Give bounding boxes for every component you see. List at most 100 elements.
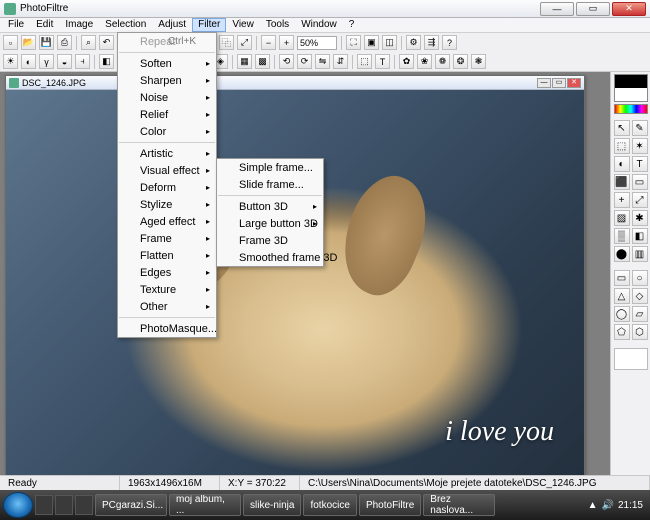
filter-item-noise[interactable]: Noise▸ [118, 89, 216, 106]
side-tool-1[interactable]: ✎ [632, 120, 648, 136]
color-spectrum[interactable] [614, 104, 648, 114]
tb2-flip-v-icon[interactable]: ⇵ [333, 54, 348, 69]
tb2-sat-icon[interactable]: ◒ [57, 54, 72, 69]
frame-item-frame-3d[interactable]: Frame 3D [217, 232, 323, 249]
side-tool-2[interactable]: ⬚ [614, 138, 630, 154]
tb-size-icon[interactable]: ⤢ [237, 35, 252, 50]
filter-item-soften[interactable]: Soften▸ [118, 55, 216, 72]
window-maximize-button[interactable]: ▭ [576, 2, 610, 16]
filter-item-flatten[interactable]: Flatten▸ [118, 247, 216, 264]
filter-item-edges[interactable]: Edges▸ [118, 264, 216, 281]
menu-edit[interactable]: Edit [30, 18, 59, 32]
menu-help[interactable]: ? [343, 18, 361, 32]
taskbar-task[interactable]: fotkocice [303, 494, 356, 516]
side-tool-12[interactable]: ▒ [614, 228, 630, 244]
side-tool-0[interactable]: ↖ [614, 120, 630, 136]
tray-icon[interactable]: 🔊 [602, 500, 614, 511]
quicklaunch-1[interactable] [35, 495, 53, 515]
system-tray[interactable]: ▲ 🔊 21:15 [584, 500, 647, 511]
filter-item-aged-effect[interactable]: Aged effect▸ [118, 213, 216, 230]
image-canvas[interactable]: i love you [6, 90, 584, 476]
filter-item-relief[interactable]: Relief▸ [118, 106, 216, 123]
window-close-button[interactable]: ✕ [612, 2, 646, 16]
menu-selection[interactable]: Selection [99, 18, 152, 32]
side-shape-7[interactable]: ⬡ [632, 324, 648, 340]
doc-maximize-button[interactable]: ▭ [552, 78, 566, 88]
taskbar-task[interactable]: moj album, ... [169, 494, 241, 516]
doc-minimize-button[interactable]: — [537, 78, 551, 88]
menu-adjust[interactable]: Adjust [152, 18, 192, 32]
side-tool-6[interactable]: ⬛ [614, 174, 630, 190]
zoom-level-select[interactable]: 50% [297, 36, 337, 50]
side-tool-4[interactable]: ◐ [614, 156, 630, 172]
side-shape-4[interactable]: ◯ [614, 306, 630, 322]
tb-full-icon[interactable]: ▣ [364, 35, 379, 50]
side-tool-14[interactable]: ⬤ [614, 246, 630, 262]
frame-item-simple-frame-[interactable]: Simple frame... [217, 159, 323, 176]
quicklaunch-2[interactable] [55, 495, 73, 515]
tb-help-icon[interactable]: ? [442, 35, 457, 50]
tb2-gray-icon[interactable]: ◧ [99, 54, 114, 69]
menu-file[interactable]: File [2, 18, 30, 32]
tray-clock[interactable]: 21:15 [618, 500, 643, 511]
side-tool-10[interactable]: ▨ [614, 210, 630, 226]
side-tool-5[interactable]: T [632, 156, 648, 172]
frame-item-slide-frame-[interactable]: Slide frame... [217, 176, 323, 193]
tb-undo-icon[interactable]: ↶ [99, 35, 114, 50]
tray-icon[interactable]: ▲ [588, 500, 598, 511]
tb2-gamma-icon[interactable]: γ [39, 54, 54, 69]
tb2-module4-icon[interactable]: ❂ [453, 54, 468, 69]
tb-new-icon[interactable]: ▫ [3, 35, 18, 50]
tb-open-icon[interactable]: 📂 [21, 35, 36, 50]
tb2-contrast-icon[interactable]: ◐ [21, 54, 36, 69]
frame-item-large-button-3d[interactable]: Large button 3D▸ [217, 215, 323, 232]
tb2-module5-icon[interactable]: ❃ [471, 54, 486, 69]
tb-dup-icon[interactable]: ⿻ [219, 35, 234, 50]
tb-print-icon[interactable]: ⎙ [57, 35, 72, 50]
quicklaunch-3[interactable] [75, 495, 93, 515]
tb2-flip-h-icon[interactable]: ⇋ [315, 54, 330, 69]
filter-item-deform[interactable]: Deform▸ [118, 179, 216, 196]
filter-item-other[interactable]: Other▸ [118, 298, 216, 315]
tb2-hist-icon[interactable]: ⫞ [75, 54, 90, 69]
side-shape-5[interactable]: ▱ [632, 306, 648, 322]
tb2-text-icon[interactable]: T [375, 54, 390, 69]
filter-item-visual-effect[interactable]: Visual effect▸ [118, 162, 216, 179]
side-shape-3[interactable]: ◇ [632, 288, 648, 304]
side-shape-2[interactable]: △ [614, 288, 630, 304]
menu-filter[interactable]: Filter [192, 18, 226, 32]
side-tool-15[interactable]: ▥ [632, 246, 648, 262]
tb2-module1-icon[interactable]: ✿ [399, 54, 414, 69]
side-tool-9[interactable]: ⤢ [632, 192, 648, 208]
tb2-module3-icon[interactable]: ❁ [435, 54, 450, 69]
filter-item-texture[interactable]: Texture▸ [118, 281, 216, 298]
filter-item-artistic[interactable]: Artistic▸ [118, 145, 216, 162]
filter-item-color[interactable]: Color▸ [118, 123, 216, 140]
filter-item-photomasque-[interactable]: PhotoMasque... [118, 320, 216, 337]
start-button[interactable] [3, 492, 33, 518]
tb2-var2-icon[interactable]: ▩ [255, 54, 270, 69]
side-shape-0[interactable]: ▭ [614, 270, 630, 286]
tb-zoomout-icon[interactable]: − [261, 35, 276, 50]
tb-scan-icon[interactable]: ⌕ [81, 35, 96, 50]
tb-save-icon[interactable]: 💾 [39, 35, 54, 50]
color-swatch[interactable] [614, 74, 648, 102]
menu-view[interactable]: View [226, 18, 260, 32]
side-tool-7[interactable]: ▭ [632, 174, 648, 190]
doc-close-button[interactable]: ✕ [567, 78, 581, 88]
tb-batch-icon[interactable]: ⇶ [424, 35, 439, 50]
side-tool-13[interactable]: ◧ [632, 228, 648, 244]
tb2-module2-icon[interactable]: ❀ [417, 54, 432, 69]
filter-item-sharpen[interactable]: Sharpen▸ [118, 72, 216, 89]
tb2-bright-icon[interactable]: ☀ [3, 54, 18, 69]
tb-auto-icon[interactable]: ◫ [382, 35, 397, 50]
tb2-var1-icon[interactable]: ▦ [237, 54, 252, 69]
taskbar-task[interactable]: PhotoFiltre [359, 494, 421, 516]
tool-options[interactable] [614, 348, 648, 370]
window-minimize-button[interactable]: — [540, 2, 574, 16]
frame-item-smoothed-frame-3d[interactable]: Smoothed frame 3D [217, 249, 323, 266]
tb2-rot-r-icon[interactable]: ⟳ [297, 54, 312, 69]
filter-item-frame[interactable]: Frame▸ [118, 230, 216, 247]
tb2-rot-l-icon[interactable]: ⟲ [279, 54, 294, 69]
taskbar-task[interactable]: slike-ninja [243, 494, 301, 516]
